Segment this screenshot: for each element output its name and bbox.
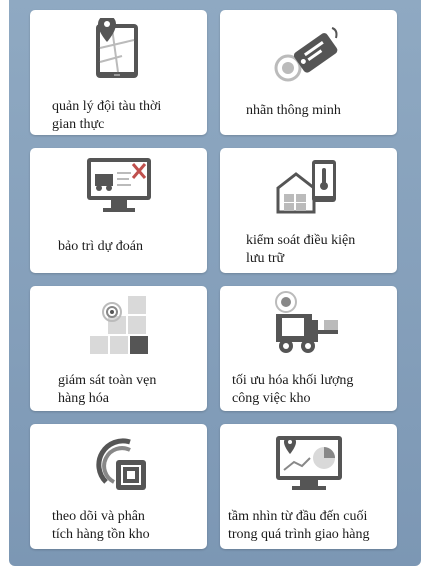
card-label-line2: công việc kho [232,391,311,406]
card-label-line1: theo dõi và phân [52,509,145,524]
card-label-line1: nhãn thông minh [246,103,341,118]
feature-card-warehouse-workload[interactable]: tối ưu hóa khối lượng công việc kho [220,286,397,411]
card-label-line1: quản lý đội tàu thời [52,99,162,114]
feature-card-smart-tags[interactable]: nhãn thông minh [220,10,397,135]
card-label-line2: gian thực [52,117,105,132]
feature-card-inventory-tracking[interactable]: theo dõi và phân tích hàng tồn kho [30,424,207,549]
warehouse-thermometer-icon [220,158,397,214]
feature-card-delivery-visibility[interactable]: tầm nhìn từ đầu đến cuối trong quá trình… [220,424,397,549]
forklift-icon [220,290,397,356]
inventory-blocks-icon [30,294,207,354]
card-label-line2: lưu trữ [246,251,285,266]
card-label-line1: kiểm soát điều kiện [246,233,356,248]
feature-card-cargo-integrity[interactable]: giám sát toàn vẹn hàng hóa [30,286,207,411]
card-label-line1: giám sát toàn vẹn [58,373,157,388]
feature-card-storage-conditions[interactable]: kiểm soát điều kiện lưu trữ [220,148,397,273]
feature-card-fleet-management[interactable]: quản lý đội tàu thời gian thực [30,10,207,135]
monitor-chart-icon [220,434,397,492]
card-label-line2: trong quá trình giao hàng [228,527,370,542]
rfid-signal-icon [30,434,207,496]
monitor-tools-icon [30,156,207,214]
card-label-line2: hàng hóa [58,391,109,406]
card-label-line2: tích hàng tồn kho [52,527,150,542]
tablet-map-icon [30,18,207,82]
feature-card-predictive-maintenance[interactable]: bảo trì dự đoán [30,148,207,273]
card-label-line1: tối ưu hóa khối lượng [232,373,354,388]
smart-tag-icon [220,24,397,84]
card-label-line1: bảo trì dự đoán [58,239,143,254]
card-label-line1: tầm nhìn từ đầu đến cuối [228,509,368,524]
